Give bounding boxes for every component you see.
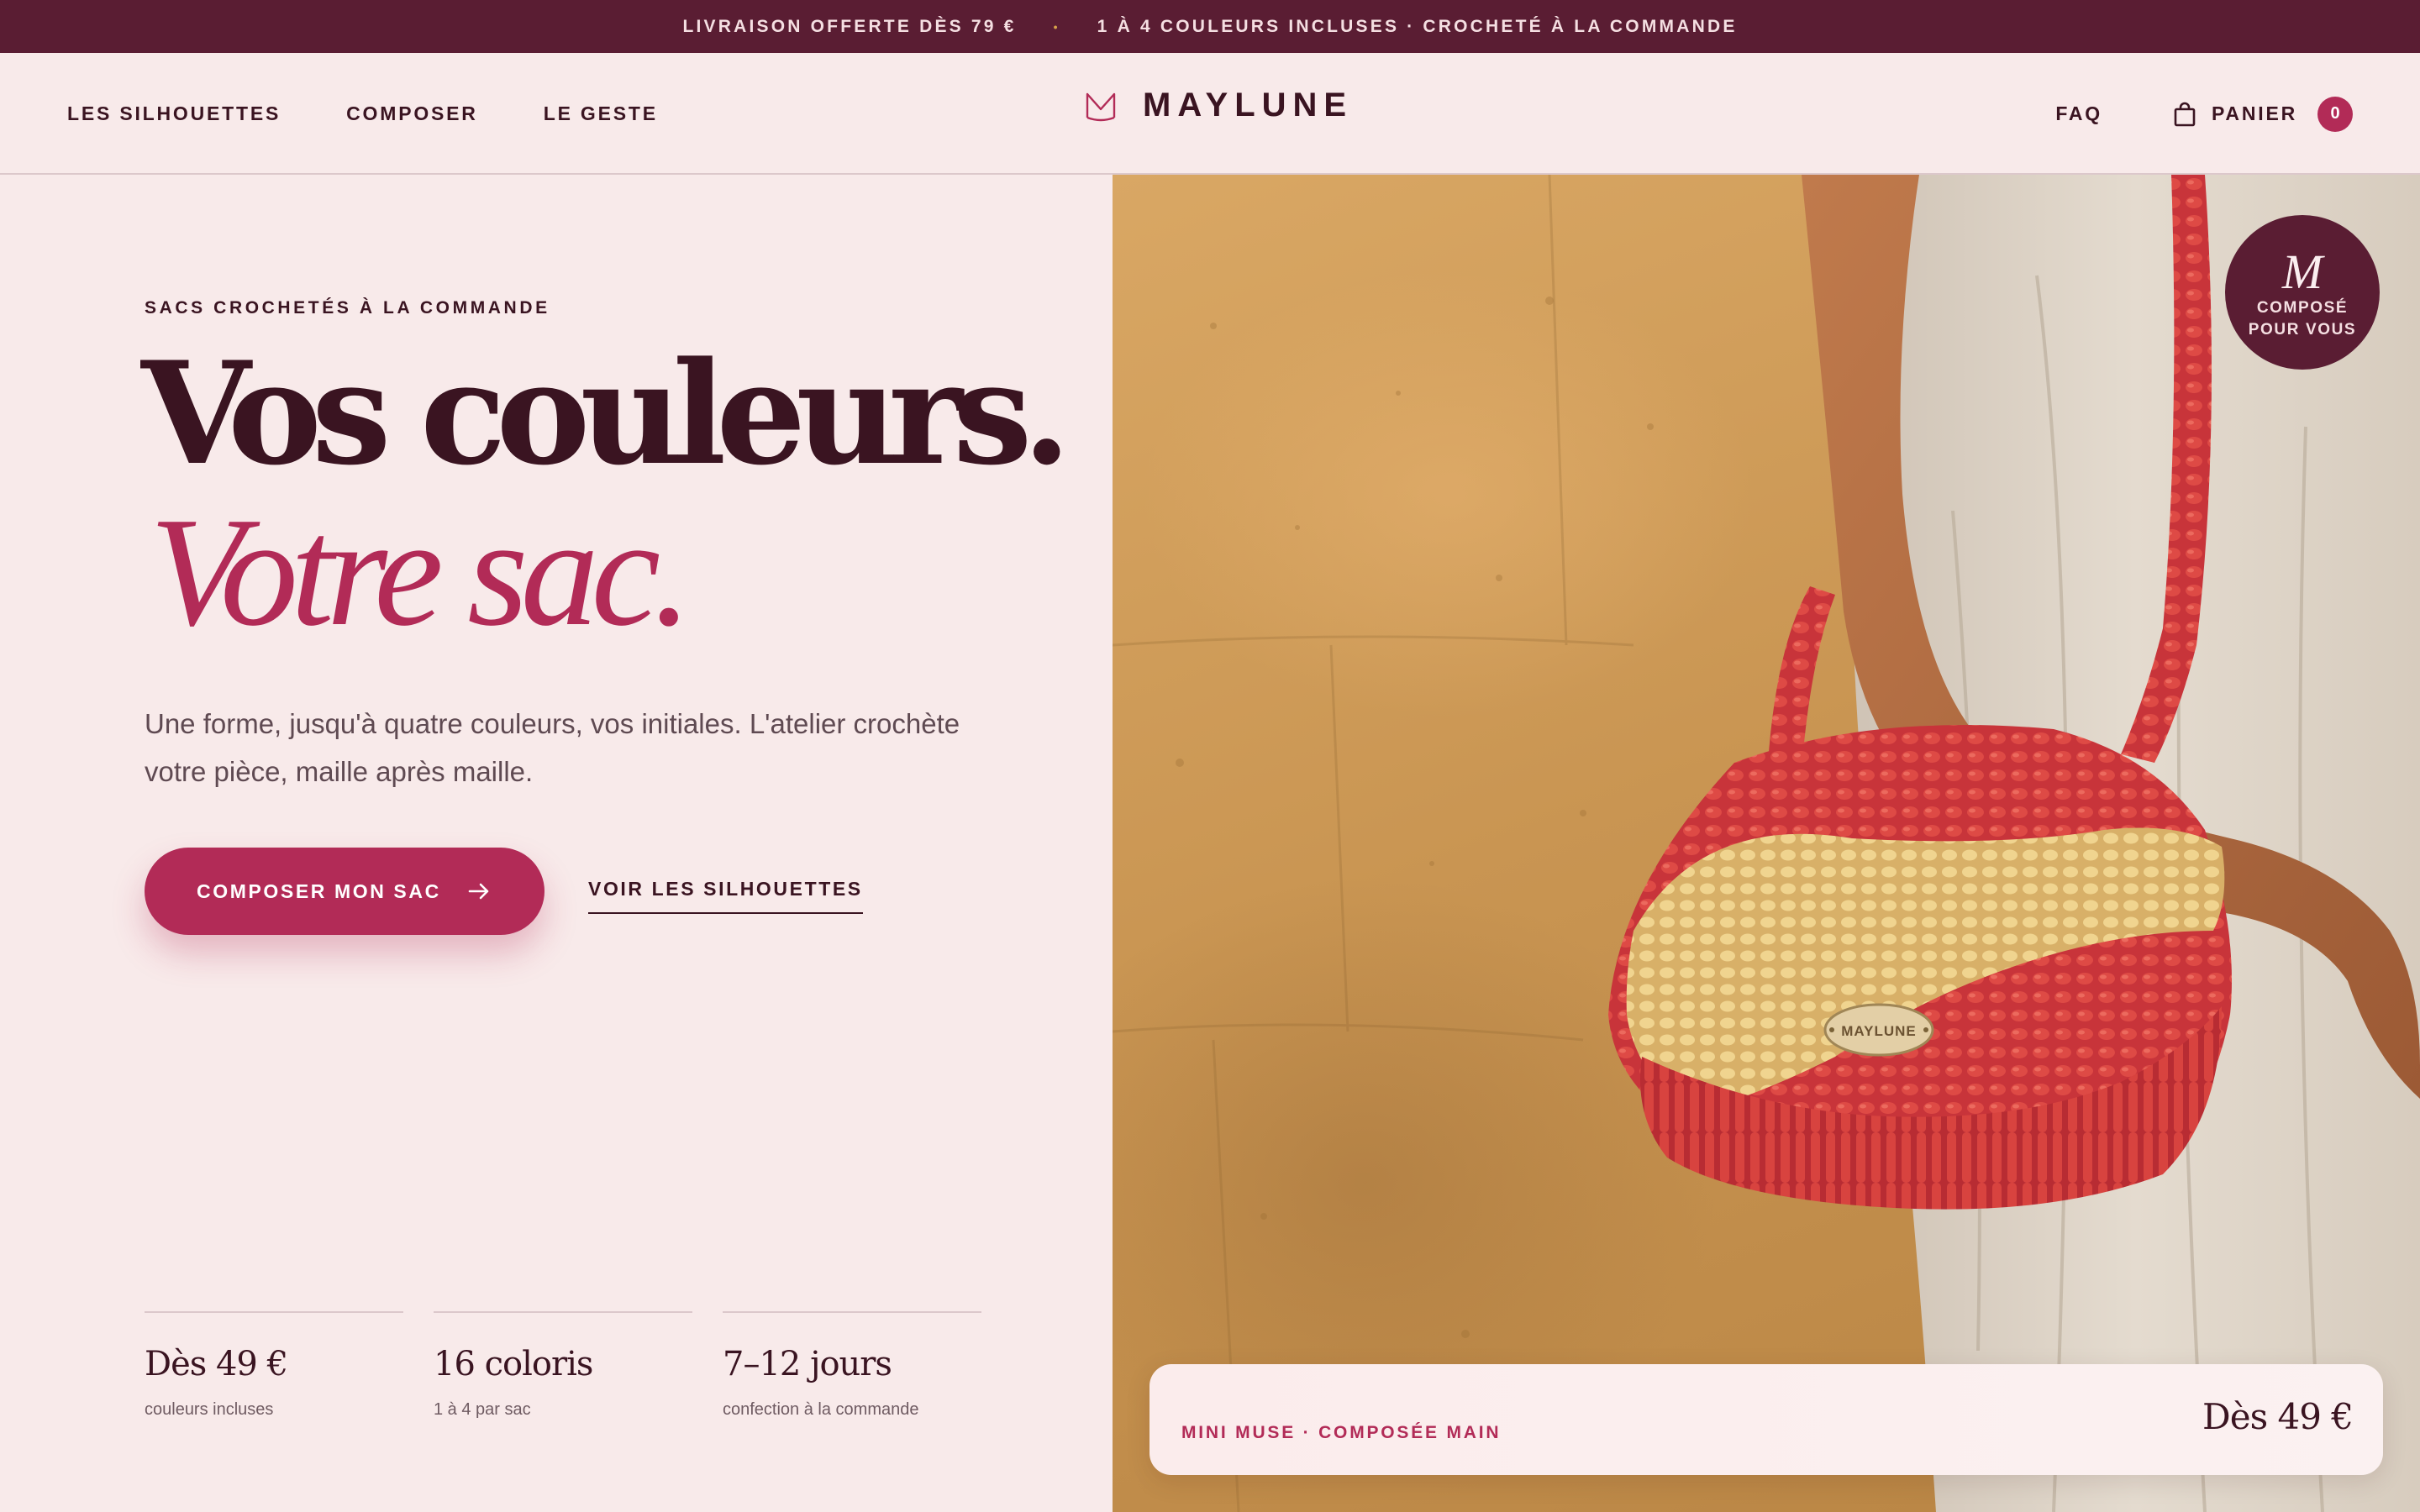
cart-label: PANIER [2212,102,2297,124]
cart-button[interactable]: PANIER 0 [2173,96,2353,132]
hero-title-line1: Vos couleurs. [141,330,1071,496]
hero-content: SACS CROCHETÉS À LA COMMANDE Vos couleur… [0,175,1113,1512]
stat-lead-time: 7–12 jours confection à la commande [723,1311,981,1420]
badge-text-line1: COMPOSÉ [2256,299,2349,317]
compose-bag-label: COMPOSER MON SAC [197,879,441,902]
view-silhouettes-link[interactable]: VOIR LES SILHOUETTES [588,878,863,914]
stat-label: confection à la commande [723,1400,919,1419]
hero-description: Une forme, jusqu'à quatre couleurs, vos … [145,708,960,787]
hero-eyebrow: SACS CROCHETÉS À LA COMMANDE [145,298,550,318]
stat-value: 7–12 jours [723,1345,892,1383]
compose-bag-button[interactable]: COMPOSER MON SAC [145,848,544,935]
stat-label: 1 à 4 par sac [434,1400,531,1419]
stat-price: Dès 49 € couleurs incluses [145,1311,403,1420]
brand-logo[interactable]: MAYLUNE [1084,87,1353,124]
crochet-bag-photo: MAYLUNE [1113,175,2420,1512]
arrow-right-icon [468,883,489,900]
bag-tag-text: MAYLUNE [1841,1023,1917,1039]
announcement-colors: 1 À 4 COULEURS INCLUSES · CROCHETÉ À LA … [1097,16,1738,36]
stat-colors: 16 coloris 1 à 4 par sac [434,1311,692,1420]
nav-silhouettes[interactable]: LES SILHOUETTES [67,102,281,125]
announcement-separator: • [1053,19,1060,34]
hero-image: MAYLUNE [1113,175,2420,1512]
product-price-card[interactable]: MINI MUSE · COMPOSÉE MAIN Dès 49 € [1150,1364,2383,1475]
product-name: MINI MUSE · COMPOSÉE MAIN [1181,1423,1502,1442]
cart-count-badge: 0 [2317,96,2353,132]
composed-for-you-badge: M COMPOSÉ POUR VOUS [2225,215,2380,370]
nav-composer[interactable]: COMPOSER [346,102,478,125]
brand-wordmark: MAYLUNE [1143,87,1354,123]
badge-text: COMPOSÉ POUR VOUS [2225,297,2380,341]
announcement-bar: LIVRAISON OFFERTE DÈS 79 € • 1 À 4 COULE… [0,0,2420,53]
main-nav: LES SILHOUETTES COMPOSER LE GESTE [67,53,658,175]
badge-text-line2: POUR VOUS [2248,321,2357,339]
utility-nav: FAQ PANIER 0 [2055,53,2353,175]
hero-title-line2: Votre sac. [150,486,692,659]
stat-label: couleurs incluses [145,1400,274,1419]
badge-monogram: M [2281,244,2323,299]
stat-value: 16 coloris [434,1345,593,1383]
site-header: LES SILHOUETTES COMPOSER LE GESTE MAYLUN… [0,53,2420,175]
nav-le-geste[interactable]: LE GESTE [544,102,658,125]
logo-m-icon [1086,92,1116,121]
nav-faq[interactable]: FAQ [2055,102,2102,125]
announcement-shipping: LIVRAISON OFFERTE DÈS 79 € [682,16,1017,36]
shopping-bag-icon [2174,102,2196,126]
hero-stats: Dès 49 € couleurs incluses 16 coloris 1 … [145,1311,981,1420]
product-price: Dès 49 € [2202,1396,2354,1437]
stat-value: Dès 49 € [145,1345,288,1383]
